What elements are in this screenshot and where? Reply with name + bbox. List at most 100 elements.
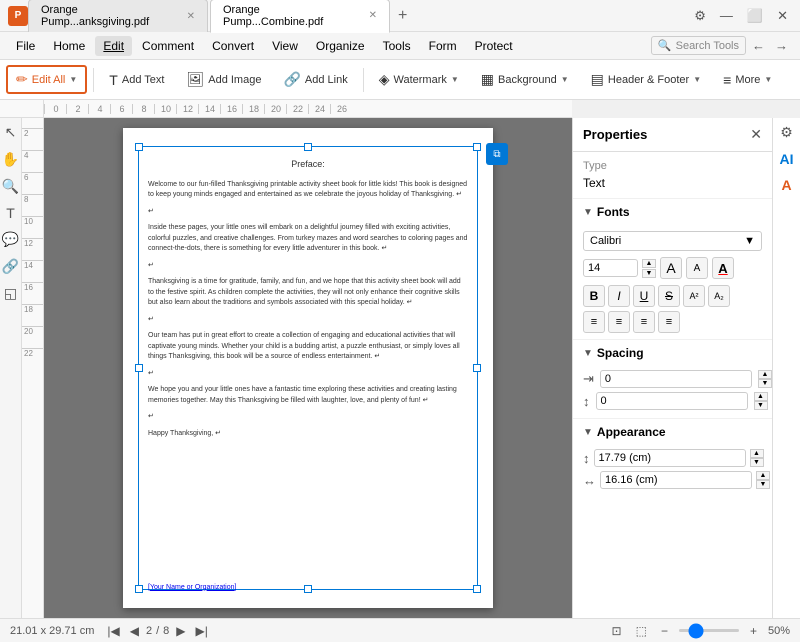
menu-protect[interactable]: Protect bbox=[467, 36, 521, 56]
line-spacing-input[interactable] bbox=[596, 392, 748, 410]
win-minimize[interactable]: — bbox=[716, 6, 737, 25]
menu-back[interactable]: ← bbox=[748, 36, 769, 55]
document: ⧉ Preface: Welcome to our fun-filled Tha… bbox=[123, 128, 493, 608]
menu-comment[interactable]: Comment bbox=[134, 36, 202, 56]
new-tab-button[interactable]: + bbox=[392, 5, 413, 27]
tab-2-close[interactable]: ✕ bbox=[369, 10, 377, 21]
fit-btn[interactable]: ⊡ bbox=[609, 623, 625, 639]
zoom-slider[interactable] bbox=[679, 629, 739, 632]
menu-tools[interactable]: Tools bbox=[375, 36, 419, 56]
tool-cursor[interactable]: ↖ bbox=[3, 122, 19, 143]
font-color-btn[interactable]: A bbox=[712, 257, 734, 279]
zoom-out-btn[interactable]: − bbox=[658, 623, 671, 639]
background-button[interactable]: ▦ Background ▼ bbox=[472, 66, 578, 93]
menu-home[interactable]: Home bbox=[45, 36, 93, 56]
menu-file[interactable]: File bbox=[8, 36, 43, 56]
title-bar-left: P bbox=[8, 6, 28, 26]
font-size-input[interactable] bbox=[583, 259, 638, 277]
handle-tc[interactable] bbox=[304, 143, 312, 151]
font-name-select[interactable]: Calibri ▼ bbox=[583, 231, 762, 251]
add-image-button[interactable]: 🖼 Add Image bbox=[177, 66, 270, 93]
last-page-btn[interactable]: ▶| bbox=[193, 623, 211, 639]
width-down[interactable]: ▼ bbox=[756, 480, 770, 489]
align-center-btn[interactable]: ≡ bbox=[608, 311, 630, 333]
first-page-btn[interactable]: |◀ bbox=[104, 623, 122, 639]
indent-left-input[interactable] bbox=[600, 370, 752, 388]
font-size-small-btn[interactable]: A bbox=[686, 257, 708, 279]
tool-comment[interactable]: 💬 bbox=[0, 229, 21, 250]
tab-1[interactable]: Orange Pump...anksgiving.pdf ✕ bbox=[28, 0, 208, 32]
handle-tr[interactable] bbox=[473, 143, 481, 151]
handle-ml[interactable] bbox=[135, 364, 143, 372]
prev-page-btn[interactable]: ◀ bbox=[127, 623, 142, 639]
menu-organize[interactable]: Organize bbox=[308, 36, 373, 56]
more-button[interactable]: ≡ More ▼ bbox=[714, 67, 781, 93]
indent-left-up[interactable]: ▲ bbox=[758, 370, 772, 379]
height-input[interactable] bbox=[594, 449, 746, 467]
font-size-large-btn[interactable]: A bbox=[660, 257, 682, 279]
line-spacing-down[interactable]: ▼ bbox=[754, 401, 768, 410]
width-up[interactable]: ▲ bbox=[756, 471, 770, 480]
spacing-header[interactable]: ▼ Spacing bbox=[573, 340, 772, 366]
align-right-btn[interactable]: ≡ bbox=[633, 311, 655, 333]
tool-link[interactable]: 🔗 bbox=[0, 256, 21, 277]
tool-text[interactable]: T bbox=[4, 203, 17, 223]
far-right-btn-3[interactable]: A bbox=[779, 175, 793, 195]
font-size-up[interactable]: ▲ bbox=[642, 259, 656, 268]
more-icon: ≡ bbox=[723, 72, 731, 88]
bold-btn[interactable]: B bbox=[583, 285, 605, 307]
far-right-btn-1[interactable]: ⚙ bbox=[778, 122, 795, 143]
tool-hand[interactable]: ✋ bbox=[0, 149, 21, 170]
add-text-button[interactable]: T Add Text bbox=[100, 67, 173, 93]
tool-zoom[interactable]: 🔍 bbox=[0, 176, 21, 197]
handle-bl[interactable] bbox=[135, 585, 143, 593]
edit-all-button[interactable]: ✏ Edit All ▼ bbox=[6, 65, 87, 94]
font-size-down[interactable]: ▼ bbox=[642, 269, 656, 278]
win-close[interactable]: ✕ bbox=[773, 6, 792, 26]
ruler-mark: 8 bbox=[132, 104, 154, 114]
menu-view[interactable]: View bbox=[264, 36, 306, 56]
indent-left-spinners: ▲ ▼ bbox=[758, 370, 772, 388]
zoom-in-btn[interactable]: + bbox=[747, 623, 760, 639]
menu-form[interactable]: Form bbox=[421, 36, 465, 56]
subscript-btn[interactable]: A₂ bbox=[708, 285, 730, 307]
underline-btn[interactable]: U bbox=[633, 285, 655, 307]
handle-mr[interactable] bbox=[473, 364, 481, 372]
ruler-mark: 14 bbox=[198, 104, 220, 114]
height-up[interactable]: ▲ bbox=[750, 449, 764, 458]
menu-convert[interactable]: Convert bbox=[204, 36, 262, 56]
content-area[interactable]: ⧉ Preface: Welcome to our fun-filled Tha… bbox=[44, 118, 572, 618]
tool-layers[interactable]: ◱ bbox=[2, 283, 19, 304]
watermark-button[interactable]: ◈ Watermark ▼ bbox=[370, 66, 468, 93]
properties-close[interactable]: ✕ bbox=[750, 126, 762, 143]
fit-width-btn[interactable]: ⬚ bbox=[633, 623, 650, 639]
strikethrough-btn[interactable]: S bbox=[658, 285, 680, 307]
menu-edit[interactable]: Edit bbox=[95, 36, 132, 56]
line-spacing-up[interactable]: ▲ bbox=[754, 392, 768, 401]
handle-bc[interactable] bbox=[304, 585, 312, 593]
win-settings[interactable]: ⚙ bbox=[690, 6, 710, 26]
italic-btn[interactable]: I bbox=[608, 285, 630, 307]
status-right: ⊡ ⬚ − + 50% bbox=[609, 623, 790, 639]
handle-br[interactable] bbox=[473, 585, 481, 593]
width-input[interactable] bbox=[600, 471, 752, 489]
add-link-button[interactable]: 🔗 Add Link bbox=[274, 66, 356, 93]
align-justify-btn[interactable]: ≡ bbox=[658, 311, 680, 333]
next-page-btn[interactable]: ▶ bbox=[173, 623, 188, 639]
header-footer-button[interactable]: ▤ Header & Footer ▼ bbox=[582, 66, 710, 93]
fonts-header[interactable]: ▼ Fonts bbox=[573, 199, 772, 225]
line-spacing-icon: ↕ bbox=[583, 394, 590, 409]
superscript-btn[interactable]: A² bbox=[683, 285, 705, 307]
handle-tl[interactable] bbox=[135, 143, 143, 151]
tab-1-close[interactable]: ✕ bbox=[187, 11, 195, 22]
tab-2[interactable]: Orange Pump...Combine.pdf ✕ bbox=[210, 0, 390, 33]
menu-forward[interactable]: → bbox=[771, 36, 792, 55]
height-down[interactable]: ▼ bbox=[750, 458, 764, 467]
appearance-header[interactable]: ▼ Appearance bbox=[573, 419, 772, 445]
align-left-btn[interactable]: ≡ bbox=[583, 311, 605, 333]
copy-icon[interactable]: ⧉ bbox=[486, 143, 508, 165]
win-maximize[interactable]: ⬜ bbox=[743, 6, 767, 26]
far-right-btn-2[interactable]: AI bbox=[778, 149, 796, 169]
indent-left-down[interactable]: ▼ bbox=[758, 379, 772, 388]
page-size: 21.01 x 29.71 cm bbox=[10, 625, 94, 637]
